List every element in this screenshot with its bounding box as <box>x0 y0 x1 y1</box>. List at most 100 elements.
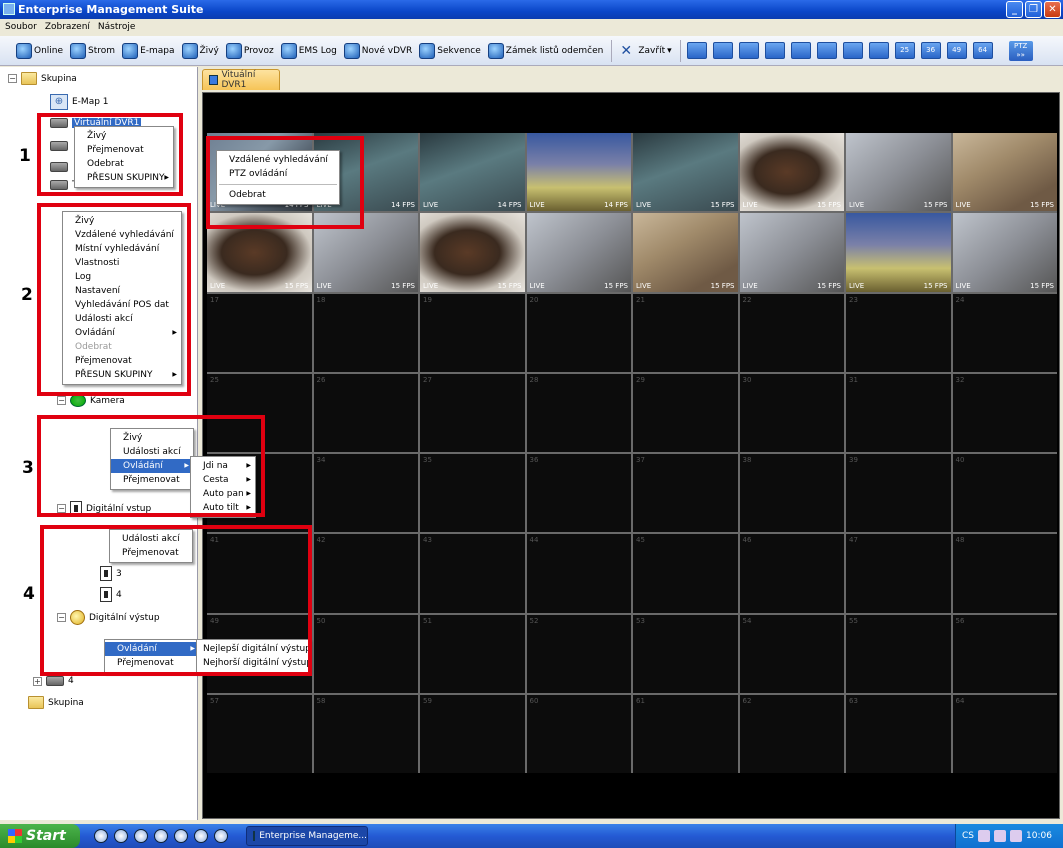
camera-cell-empty[interactable]: 24 <box>952 293 1057 372</box>
camera-cell-empty[interactable]: 50 <box>313 614 418 693</box>
camera-cell-empty[interactable]: 20 <box>526 293 631 372</box>
menu-item-worst-output[interactable]: Nejhorší digitální výstup <box>197 656 312 670</box>
camera-cell-empty[interactable]: 22 <box>739 293 844 372</box>
menu-item-live[interactable]: Živý <box>75 129 173 143</box>
menu-item-auto-tilt[interactable]: Auto tilt <box>191 501 255 515</box>
camera-cell-empty[interactable]: 62 <box>739 694 844 773</box>
camera-cell-live[interactable]: LIVE 14 FPS <box>526 133 631 212</box>
camera-cell-empty[interactable]: 23 <box>846 293 951 372</box>
menu-item-best-output[interactable]: Nejlepší digitální výstup <box>197 642 311 656</box>
layout-1-button[interactable] <box>686 42 707 59</box>
camera-cell-empty[interactable]: 32 <box>952 373 1057 452</box>
camera-cell-empty[interactable]: 43 <box>420 534 525 613</box>
menu-item-rename[interactable]: Přejmenovat <box>110 546 192 560</box>
camera-cell-empty[interactable]: 30 <box>739 373 844 452</box>
menu-item-move-group[interactable]: PŘESUN SKUPINY <box>63 368 181 382</box>
menu-soubor[interactable]: Soubor <box>5 22 37 33</box>
camera-cell-empty[interactable]: 57 <box>207 694 312 773</box>
live-button[interactable]: Živý <box>180 40 221 62</box>
menu-item-rename[interactable]: Přejmenovat <box>63 354 181 368</box>
camera-cell-empty[interactable]: 41 <box>207 534 312 613</box>
tree-node-digital-input[interactable]: − Digitální vstup <box>57 501 151 516</box>
tree-button[interactable]: Strom <box>68 40 117 62</box>
language-indicator[interactable]: CS <box>962 831 974 841</box>
menu-item-local-search[interactable]: Místní vyhledávání <box>63 242 181 256</box>
camera-cell-live[interactable]: LIVE 14 FPS <box>420 133 525 212</box>
ptz-button[interactable]: PTZ»» <box>1008 40 1033 61</box>
collapse-icon[interactable]: − <box>57 613 66 622</box>
camera-cell-empty[interactable]: 17 <box>207 293 312 372</box>
layout-13-button[interactable] <box>842 42 863 59</box>
camera-cell-empty[interactable]: 60 <box>526 694 631 773</box>
tree-node-dvr-b[interactable] <box>50 162 68 172</box>
camera-cell-live[interactable]: LIVE 15 FPS <box>952 213 1057 292</box>
camera-cell-empty[interactable]: 37 <box>633 454 738 533</box>
traffic-button[interactable]: Provoz <box>224 40 276 62</box>
layout-8-button[interactable] <box>764 42 785 59</box>
tree-node-dvr-a[interactable] <box>50 141 68 151</box>
layout-6-button[interactable] <box>738 42 759 59</box>
maximize-button[interactable]: ❐ <box>1025 1 1042 18</box>
camera-cell-empty[interactable]: 45 <box>633 534 738 613</box>
volume-icon[interactable] <box>994 830 1006 842</box>
layout-25-button[interactable]: 25 <box>894 42 915 59</box>
camera-cell-live[interactable]: LIVE 15 FPS <box>739 213 844 292</box>
new-vdvr-button[interactable]: Nové vDVR <box>342 40 414 62</box>
camera-cell-empty[interactable]: 39 <box>846 454 951 533</box>
taskbar-item-ems[interactable]: Enterprise Manageme... <box>246 826 368 846</box>
camera-cell-empty[interactable]: 18 <box>313 293 418 372</box>
menu-item-remove[interactable]: Odebrat <box>75 157 173 171</box>
menu-item-live[interactable]: Živý <box>111 431 193 445</box>
camera-cell-empty[interactable]: 53 <box>633 614 738 693</box>
camera-cell-live[interactable]: LIVE 15 FPS <box>846 133 951 212</box>
camera-cell-empty[interactable]: 63 <box>846 694 951 773</box>
menu-item-rename[interactable]: Přejmenovat <box>75 143 173 157</box>
camera-cell-live[interactable]: LIVE 15 FPS <box>526 213 631 292</box>
minimize-button[interactable]: _ <box>1006 1 1023 18</box>
camera-cell-live[interactable]: LIVE 15 FPS <box>952 133 1057 212</box>
menu-item-remove[interactable]: Odebrat <box>217 188 339 202</box>
camera-cell-empty[interactable]: 51 <box>420 614 525 693</box>
start-button[interactable]: Start <box>0 824 80 848</box>
camera-cell-live[interactable]: LIVE 15 FPS <box>633 213 738 292</box>
camera-cell-empty[interactable]: 40 <box>952 454 1057 533</box>
app-icon[interactable] <box>134 829 148 843</box>
camera-cell-empty[interactable]: 48 <box>952 534 1057 613</box>
menu-item-rename[interactable]: Přejmenovat <box>105 656 199 670</box>
camera-cell-live[interactable]: LIVE 15 FPS <box>739 133 844 212</box>
app-icon[interactable] <box>214 829 228 843</box>
menu-item-remote-search[interactable]: Vzdálené vyhledávání <box>217 153 339 167</box>
tree-node-skupina-2[interactable]: Skupina <box>28 696 84 709</box>
menu-item-properties[interactable]: Vlastnosti <box>63 256 181 270</box>
menu-zobrazeni[interactable]: Zobrazení <box>45 22 90 33</box>
camera-cell-live[interactable]: LIVE 15 FPS <box>846 213 951 292</box>
network-icon[interactable] <box>978 830 990 842</box>
app-icon[interactable] <box>194 829 208 843</box>
camera-cell-empty[interactable]: 26 <box>313 373 418 452</box>
camera-cell-empty[interactable]: 27 <box>420 373 525 452</box>
menu-item-control[interactable]: Ovládání <box>63 326 181 340</box>
menu-item-rename[interactable]: Přejmenovat <box>111 473 193 487</box>
camera-cell-empty[interactable]: 36 <box>526 454 631 533</box>
firefox-icon[interactable] <box>94 829 108 843</box>
ems-log-button[interactable]: EMS Log <box>279 40 339 62</box>
camera-cell-empty[interactable]: 29 <box>633 373 738 452</box>
camera-cell-empty[interactable]: 31 <box>846 373 951 452</box>
emap-button[interactable]: E-mapa <box>120 40 176 62</box>
menu-item-live[interactable]: Živý <box>63 214 181 228</box>
menu-item-action-events[interactable]: Události akcí <box>63 312 181 326</box>
camera-cell-empty[interactable]: 28 <box>526 373 631 452</box>
tab-lock-button[interactable]: Zámek listů odemčen <box>486 40 606 62</box>
layout-4-button[interactable] <box>712 42 733 59</box>
camera-cell-live[interactable]: LIVE 15 FPS <box>313 213 418 292</box>
collapse-icon[interactable]: − <box>8 74 17 83</box>
menu-item-action-events[interactable]: Události akcí <box>111 445 193 459</box>
menu-item-action-events[interactable]: Události akcí <box>110 532 192 546</box>
media-icon[interactable] <box>1010 830 1022 842</box>
camera-cell-empty[interactable]: 52 <box>526 614 631 693</box>
tree-node-input-4[interactable]: 4 <box>100 587 122 602</box>
layout-49-button[interactable]: 49 <box>946 42 967 59</box>
close-window-button[interactable]: ✕ <box>1044 1 1061 18</box>
camera-cell-empty[interactable]: 42 <box>313 534 418 613</box>
camera-cell-empty[interactable]: 46 <box>739 534 844 613</box>
